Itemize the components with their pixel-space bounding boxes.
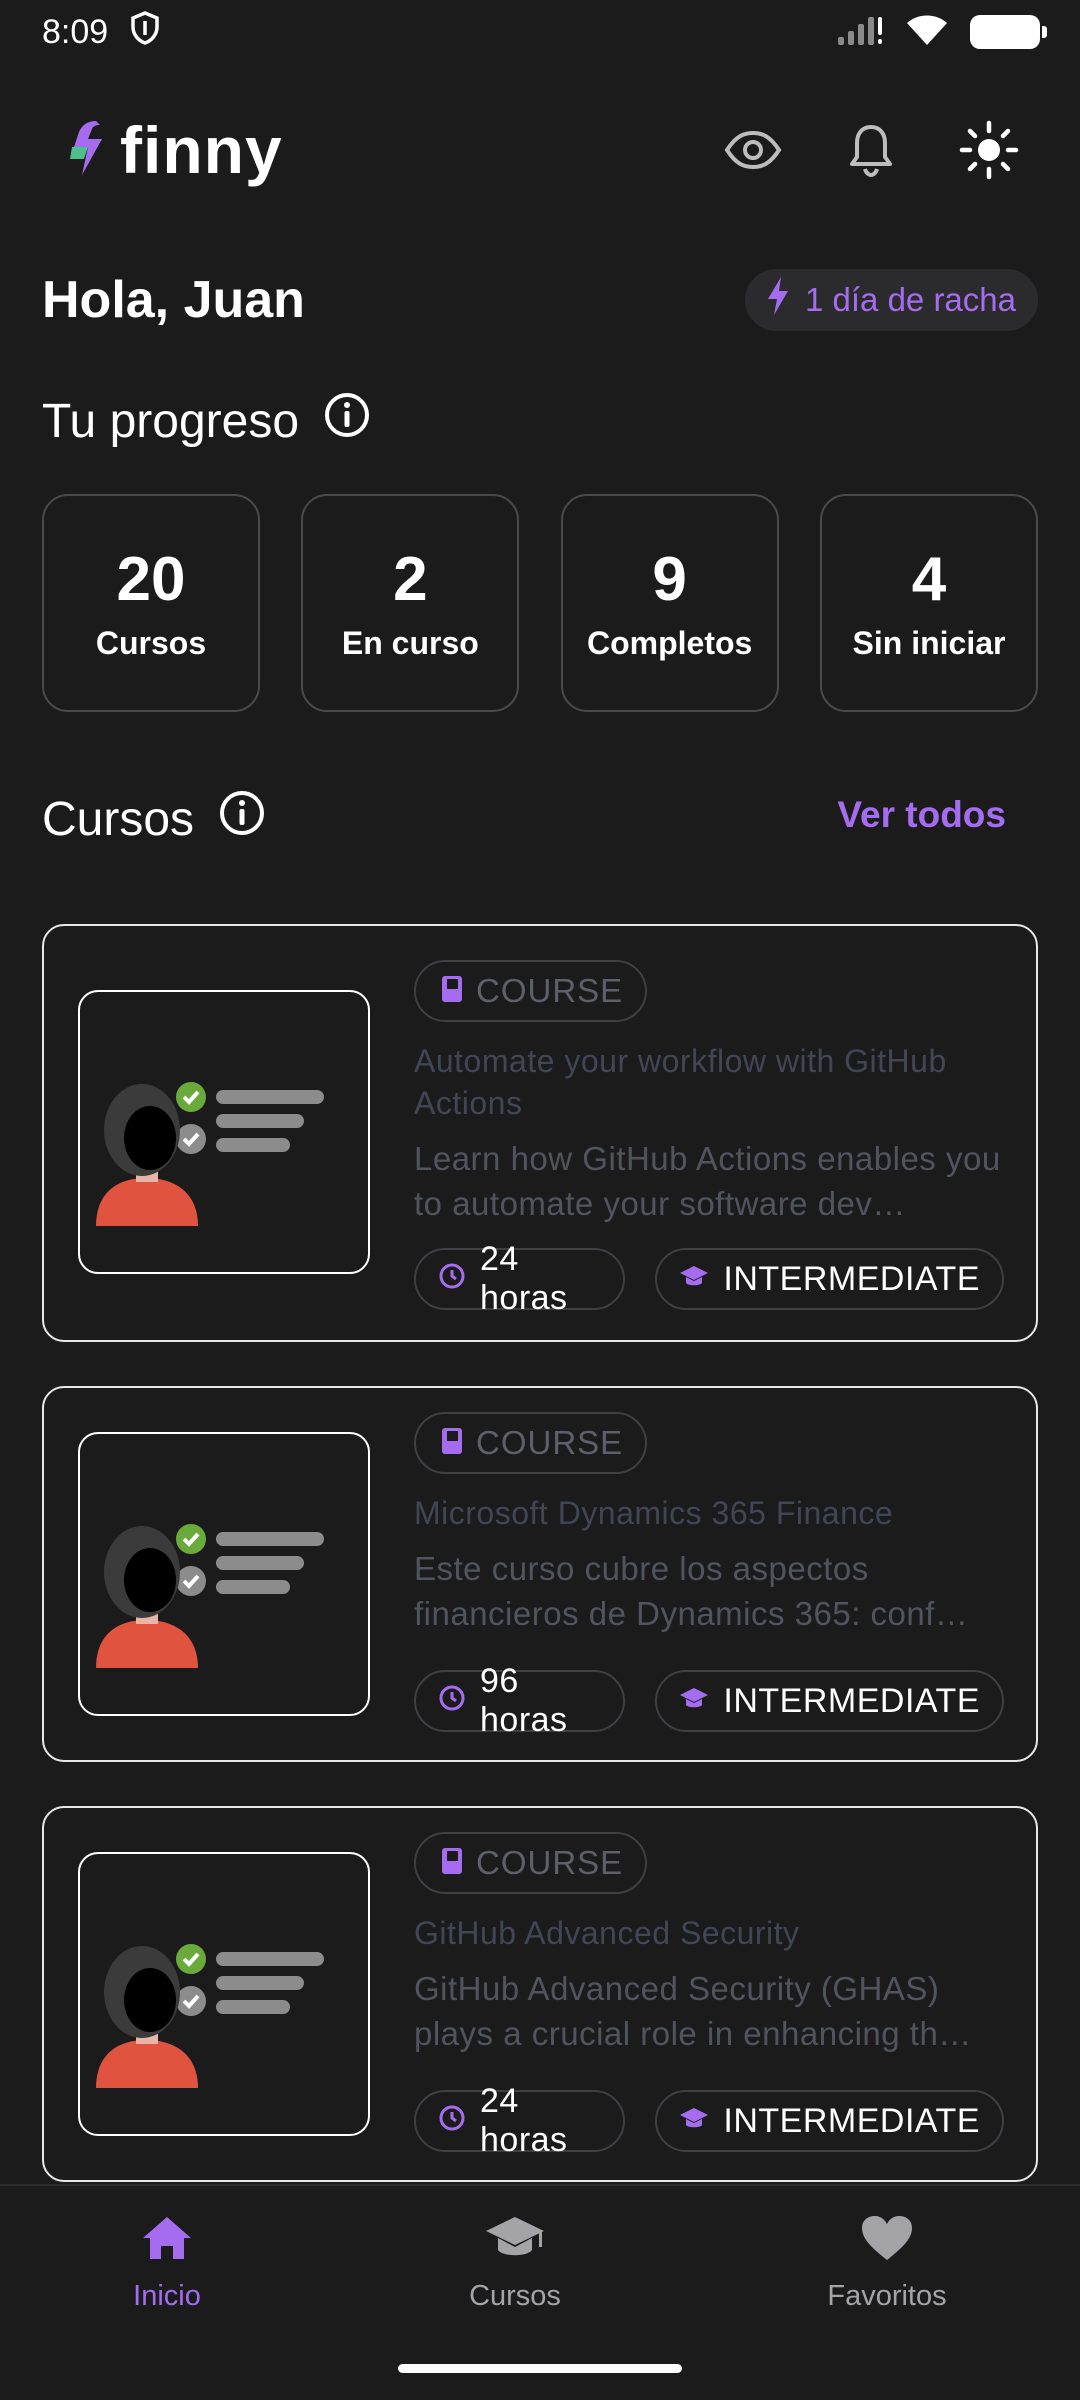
courses-title-text: Cursos bbox=[42, 792, 195, 846]
see-all-link[interactable]: Ver todos bbox=[837, 794, 1006, 836]
nav-item-inicio[interactable]: Inicio bbox=[118, 2214, 216, 2313]
clock-icon bbox=[438, 1682, 466, 1721]
book-icon bbox=[442, 1844, 462, 1882]
course-type-badge: COURSE bbox=[414, 1412, 648, 1474]
stat-label: Completos bbox=[586, 625, 753, 661]
course-type-label: COURSE bbox=[476, 1424, 624, 1461]
course-thumbnail bbox=[78, 990, 370, 1274]
stat-value: 4 bbox=[911, 545, 947, 614]
duration-label: 24 horas bbox=[480, 1240, 568, 1317]
level-badge: INTERMEDIATE bbox=[655, 1670, 1004, 1732]
duration-badge: 24 horas bbox=[414, 1240, 626, 1317]
graduation-cap-icon bbox=[679, 1260, 709, 1299]
checklist-illustration bbox=[96, 1944, 324, 2088]
stat-card-in-progress[interactable]: 2 En curso bbox=[301, 494, 520, 712]
finny-logo-icon bbox=[66, 117, 106, 184]
app-logo: finny bbox=[66, 112, 283, 188]
greeting-text: Hola, Juan bbox=[42, 271, 305, 329]
streak-badge[interactable]: 1 día de racha bbox=[745, 269, 1038, 331]
course-type-label: COURSE bbox=[476, 1844, 624, 1881]
course-type-badge: COURSE bbox=[414, 1832, 648, 1894]
stat-label: En curso bbox=[341, 625, 479, 661]
course-description: Learn how GitHub Actions enables you to … bbox=[414, 1140, 1001, 1222]
level-label: INTERMEDIATE bbox=[723, 1681, 980, 1720]
book-icon bbox=[442, 972, 462, 1010]
streak-label: 1 día de racha bbox=[805, 281, 1016, 318]
duration-badge: 24 horas bbox=[414, 2082, 626, 2159]
course-card[interactable]: COURSE Microsoft Dynamics 365 Finance Es… bbox=[42, 1386, 1038, 1762]
course-title: Microsoft Dynamics 365 Finance bbox=[414, 1495, 894, 1531]
progress-section-title: Tu progreso bbox=[42, 386, 371, 456]
lightning-icon bbox=[765, 275, 791, 325]
duration-label: 24 horas bbox=[480, 2082, 568, 2159]
course-type-badge: COURSE bbox=[414, 960, 648, 1022]
courses-section-title: Cursos bbox=[42, 784, 266, 854]
level-badge: INTERMEDIATE bbox=[655, 1248, 1004, 1310]
checklist-illustration bbox=[96, 1082, 324, 1226]
course-thumbnail bbox=[78, 1432, 370, 1716]
status-bar: 8:09 bbox=[0, 0, 1080, 64]
stat-value: 2 bbox=[393, 545, 428, 614]
nav-item-cursos[interactable]: Cursos bbox=[462, 2214, 568, 2313]
stat-label: Sin iniciar bbox=[852, 625, 1006, 661]
course-thumbnail bbox=[78, 1852, 370, 2136]
graduation-cap-icon bbox=[484, 2214, 546, 2270]
wifi-icon bbox=[906, 13, 948, 52]
nav-label: Cursos bbox=[469, 2280, 561, 2312]
stat-value: 9 bbox=[652, 545, 687, 614]
shield-icon bbox=[130, 10, 160, 54]
level-label: INTERMEDIATE bbox=[723, 1259, 980, 1298]
stat-value: 20 bbox=[116, 545, 186, 614]
level-badge: INTERMEDIATE bbox=[655, 2090, 1004, 2152]
home-indicator[interactable] bbox=[398, 2364, 682, 2373]
course-meta: 96 horas INTERMEDIATE bbox=[414, 1662, 1004, 1739]
signal-icon bbox=[836, 13, 884, 52]
course-meta: 24 horas INTERMEDIATE bbox=[414, 1240, 1004, 1317]
course-description: Este curso cubre los aspectos financiero… bbox=[414, 1550, 969, 1632]
graduation-cap-icon bbox=[679, 2102, 709, 2141]
course-title: Automate your workflow with GitHub Actio… bbox=[414, 1043, 947, 1121]
info-icon[interactable] bbox=[323, 391, 371, 451]
clock-icon bbox=[438, 1260, 466, 1299]
course-title: GitHub Advanced Security bbox=[414, 1915, 800, 1951]
progress-title-text: Tu progreso bbox=[42, 394, 300, 448]
info-icon[interactable] bbox=[218, 789, 266, 849]
stat-card-courses[interactable]: 20 Cursos bbox=[42, 494, 260, 712]
checklist-illustration bbox=[96, 1524, 324, 1668]
app-header: finny bbox=[0, 100, 1080, 200]
bell-icon[interactable] bbox=[840, 119, 902, 181]
graduation-cap-icon bbox=[679, 1682, 709, 1721]
book-icon bbox=[442, 1424, 462, 1462]
stat-card-not-started[interactable]: 4 Sin iniciar bbox=[819, 494, 1038, 712]
nav-item-favoritos[interactable]: Favoritos bbox=[822, 2214, 952, 2313]
heart-icon bbox=[860, 2214, 914, 2270]
logo-text: finny bbox=[120, 113, 283, 187]
course-card[interactable]: COURSE GitHub Advanced Security GitHub A… bbox=[42, 1806, 1038, 2182]
level-label: INTERMEDIATE bbox=[723, 2101, 980, 2140]
stat-label: Cursos bbox=[95, 625, 207, 661]
course-meta: 24 horas INTERMEDIATE bbox=[414, 2082, 1004, 2159]
eye-icon[interactable] bbox=[722, 119, 784, 181]
course-type-label: COURSE bbox=[476, 972, 624, 1009]
battery-icon bbox=[970, 15, 1047, 49]
duration-badge: 96 horas bbox=[414, 1662, 626, 1739]
nav-label: Favoritos bbox=[827, 2280, 947, 2312]
sun-icon[interactable] bbox=[958, 119, 1020, 181]
nav-label: Inicio bbox=[133, 2280, 201, 2312]
status-time: 8:09 bbox=[42, 12, 109, 51]
clock-icon bbox=[438, 2102, 466, 2141]
stat-card-completed[interactable]: 9 Completos bbox=[560, 494, 779, 712]
home-icon bbox=[140, 2214, 194, 2270]
course-description: GitHub Advanced Security (GHAS) plays a … bbox=[414, 1970, 972, 2052]
greeting-row: Hola, Juan 1 día de racha bbox=[42, 262, 1038, 338]
course-card[interactable]: COURSE Automate your workflow with GitHu… bbox=[42, 924, 1038, 1342]
progress-stats: 20 Cursos 2 En curso 9 Completos 4 Sin i… bbox=[42, 494, 1038, 712]
duration-label: 96 horas bbox=[480, 1662, 568, 1739]
